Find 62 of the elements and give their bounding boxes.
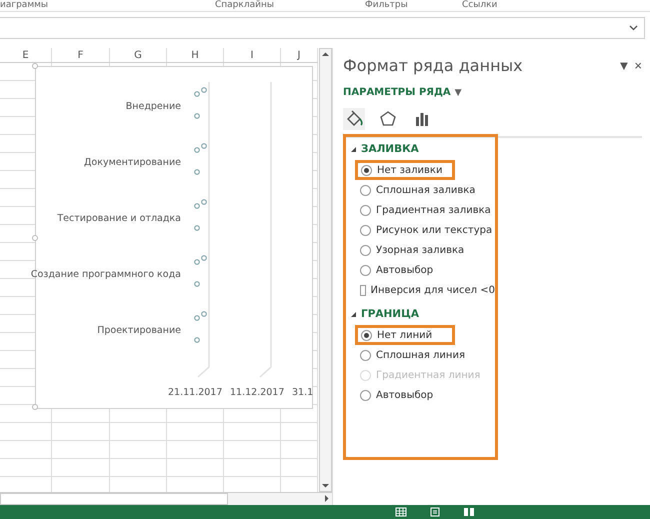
section-title[interactable]: ЗАЛИВКА xyxy=(361,143,419,155)
radio-button[interactable] xyxy=(360,224,371,236)
option-label[interactable]: Рисунок или текстура xyxy=(376,224,492,236)
column-header[interactable]: H xyxy=(167,48,224,62)
series-options-menu[interactable]: ПАРАМЕТРЫ РЯДА xyxy=(343,87,451,98)
option-label[interactable]: Автовыбор xyxy=(376,390,434,400)
chevron-down-icon xyxy=(629,25,638,31)
category-label: Внедрение xyxy=(126,101,181,112)
bar-chart-icon xyxy=(413,110,431,128)
axis-date-label: 11.12.2017 xyxy=(230,387,284,398)
pentagon-icon xyxy=(379,110,397,128)
option-label[interactable]: Нет линий xyxy=(377,330,432,340)
category-label: Тестирование и отладка xyxy=(57,213,181,224)
axis-date-label: 21.11.2017 xyxy=(168,387,222,398)
scroll-thumb[interactable] xyxy=(0,493,228,505)
option-label[interactable]: Узорная заливка xyxy=(376,244,464,256)
vertical-scrollbar[interactable] xyxy=(319,48,332,492)
ribbon-group-label: Спарклайны xyxy=(215,0,275,11)
category-label: Документирование xyxy=(84,157,181,168)
paint-bucket-icon xyxy=(345,110,363,128)
option-label: Градиентная линия xyxy=(376,370,480,380)
radio-button[interactable] xyxy=(361,164,372,176)
axis-date-label: 31.1 xyxy=(292,387,314,398)
resize-handle[interactable] xyxy=(32,63,38,69)
ribbon-group-label: Ссылки xyxy=(462,0,498,11)
column-header[interactable]: J xyxy=(281,48,318,62)
radio-button[interactable] xyxy=(361,330,372,340)
expand-triangle-icon[interactable] xyxy=(350,146,357,152)
option-label[interactable]: Инверсия для чисел <0 xyxy=(370,284,495,296)
option-label[interactable]: Сплошная заливка xyxy=(376,184,476,196)
expand-triangle-icon[interactable] xyxy=(350,310,357,318)
option-label[interactable]: Сплошная линия xyxy=(376,350,465,360)
column-header[interactable]: G xyxy=(110,48,167,62)
option-label[interactable]: Автовыбор xyxy=(376,264,434,276)
option-label[interactable]: Градиентная заливка xyxy=(376,204,491,216)
close-button[interactable]: × xyxy=(634,58,642,73)
radio-button[interactable] xyxy=(360,390,371,400)
checkbox[interactable] xyxy=(360,284,366,296)
pane-title: Формат ряда данных xyxy=(343,56,523,75)
pane-tab[interactable] xyxy=(343,108,365,130)
radio-button[interactable] xyxy=(360,204,371,216)
column-header[interactable]: F xyxy=(52,48,110,62)
resize-handle[interactable] xyxy=(32,235,38,241)
column-header[interactable]: E xyxy=(0,48,52,62)
radio-button[interactable] xyxy=(360,350,371,360)
radio-button[interactable] xyxy=(360,244,371,256)
section-title[interactable]: ГРАНИЦА xyxy=(361,308,419,320)
resize-handle[interactable] xyxy=(32,404,38,410)
caret-icon[interactable]: ▼ xyxy=(454,88,462,98)
option-label[interactable]: Нет заливки xyxy=(377,164,442,176)
category-label: Проектирование xyxy=(97,325,181,336)
ribbon-group-label: иаграммы xyxy=(0,0,50,11)
radio-button[interactable] xyxy=(360,184,371,196)
formula-bar[interactable] xyxy=(0,17,645,39)
page-layout-icon xyxy=(429,507,441,517)
column-header[interactable]: I xyxy=(224,48,281,62)
pane-menu-button[interactable]: ▼ xyxy=(618,58,630,73)
horizontal-scrollbar[interactable] xyxy=(0,492,332,505)
ribbon-group-label: Фильтры xyxy=(365,0,409,11)
radio-button[interactable] xyxy=(360,264,371,276)
normal-view-icon xyxy=(395,507,407,517)
page-break-icon xyxy=(463,507,475,517)
